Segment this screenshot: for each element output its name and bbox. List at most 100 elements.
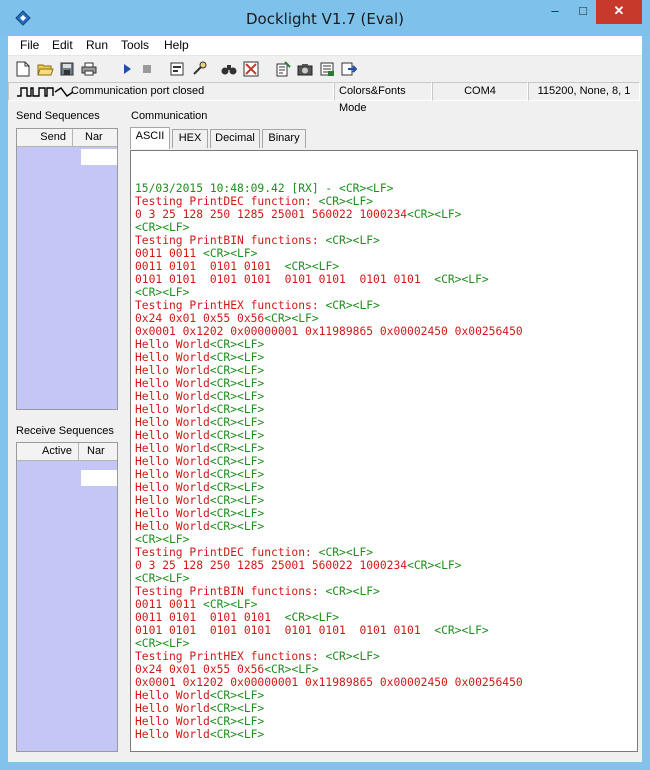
control-text: <CR><LF> bbox=[407, 208, 462, 221]
title-bar[interactable]: Docklight V1.7 (Eval) – □ ✕ bbox=[0, 0, 650, 36]
play-icon[interactable] bbox=[118, 60, 136, 78]
control-text: <CR><LF> bbox=[209, 468, 265, 481]
receive-sequence-cell[interactable] bbox=[81, 470, 117, 486]
data-text: Hello World bbox=[135, 364, 210, 377]
data-text: Hello World bbox=[135, 702, 210, 715]
data-text: Hello World bbox=[135, 416, 210, 429]
terminal-line: Hello World<CR><LF> bbox=[135, 455, 633, 468]
logging-icon[interactable] bbox=[318, 60, 336, 78]
data-text: Hello World bbox=[135, 494, 210, 507]
terminal-line: Hello World<CR><LF> bbox=[135, 390, 633, 403]
control-text: <CR><LF> bbox=[209, 455, 265, 468]
snapshot-icon[interactable] bbox=[296, 60, 314, 78]
terminal-line: 0x0001 0x1202 0x00000001 0x11989865 0x00… bbox=[135, 325, 633, 338]
control-text: <CR><LF> bbox=[209, 429, 265, 442]
data-text: Hello World bbox=[135, 715, 210, 728]
tab-binary[interactable]: Binary bbox=[262, 129, 306, 148]
clear-icon[interactable] bbox=[242, 60, 260, 78]
control-text: <CR><LF> bbox=[209, 338, 265, 351]
receive-name-column-header[interactable]: Nar bbox=[79, 443, 117, 461]
data-text: Hello World bbox=[135, 481, 210, 494]
terminal-line: 0101 0101 0101 0101 0101 0101 0101 0101 … bbox=[135, 624, 633, 637]
menu-file[interactable]: File bbox=[20, 38, 39, 52]
close-button[interactable]: ✕ bbox=[596, 0, 642, 24]
send-column-header[interactable]: Send bbox=[17, 129, 73, 147]
menu-edit[interactable]: Edit bbox=[52, 38, 73, 52]
menu-bar: File Edit Run Tools Help bbox=[8, 36, 642, 56]
data-text: 0101 0101 0101 0101 0101 0101 0101 0101 bbox=[135, 624, 435, 637]
data-text: Testing PrintDEC function: bbox=[135, 546, 319, 559]
menu-tools[interactable]: Tools bbox=[121, 38, 149, 52]
new-file-icon[interactable] bbox=[14, 60, 32, 78]
control-text: <CR><LF> bbox=[325, 234, 380, 247]
send-sequences-list[interactable]: Send Nar bbox=[16, 128, 118, 410]
control-text: <CR><LF> bbox=[209, 403, 265, 416]
control-text: <CR><LF> bbox=[135, 637, 190, 650]
export-icon[interactable] bbox=[340, 60, 358, 78]
control-text: <CR><LF> bbox=[209, 364, 265, 377]
send-name-column-header[interactable]: Nar bbox=[73, 129, 117, 147]
terminal-line: Testing PrintBIN functions: <CR><LF> bbox=[135, 234, 633, 247]
terminal-line: Testing PrintDEC function: <CR><LF> bbox=[135, 195, 633, 208]
communication-title: Communication bbox=[131, 110, 208, 122]
control-text: <CR><LF> bbox=[203, 247, 258, 260]
control-text: <CR><LF> bbox=[284, 611, 340, 624]
control-text: <CR><LF> bbox=[318, 546, 374, 559]
terminal-output[interactable]: 15/03/2015 10:48:09.42 [RX] - <CR><LF> Te… bbox=[135, 169, 633, 749]
control-text: <CR><LF> bbox=[209, 715, 265, 728]
control-text: 15/03/2015 10:48:09.42 [RX] - <CR><LF> bbox=[135, 182, 394, 195]
port-status-text: Communication port closed bbox=[71, 85, 205, 97]
terminal-line: <CR><LF> bbox=[135, 637, 633, 650]
data-text: 0 3 25 128 250 1285 25001 560022 1000234 bbox=[135, 208, 408, 221]
save-icon[interactable] bbox=[58, 60, 76, 78]
control-text: <CR><LF> bbox=[325, 299, 380, 312]
terminal-line: Hello World<CR><LF> bbox=[135, 507, 633, 520]
control-text: <CR><LF> bbox=[135, 221, 190, 234]
minimize-button[interactable]: – bbox=[542, 0, 568, 24]
data-text: Hello World bbox=[135, 728, 210, 741]
data-text: Hello World bbox=[135, 351, 210, 364]
menu-help[interactable]: Help bbox=[164, 38, 189, 52]
data-text: Hello World bbox=[135, 442, 210, 455]
maximize-button[interactable]: □ bbox=[570, 0, 596, 24]
tab-ascii[interactable]: ASCII bbox=[130, 127, 170, 149]
terminal-line: Testing PrintHEX functions: <CR><LF> bbox=[135, 299, 633, 312]
data-text: Hello World bbox=[135, 377, 210, 390]
terminal-line: 0011 0101 0101 0101 <CR><LF> bbox=[135, 260, 633, 273]
keyboard-icon[interactable] bbox=[190, 60, 208, 78]
control-text: <CR><LF> bbox=[209, 481, 265, 494]
stop-icon[interactable] bbox=[138, 60, 156, 78]
data-text: Hello World bbox=[135, 520, 210, 533]
data-text: 0011 0101 0101 0101 bbox=[135, 260, 285, 273]
terminal-line: Hello World<CR><LF> bbox=[135, 520, 633, 533]
print-icon[interactable] bbox=[80, 60, 98, 78]
edit-notes-icon[interactable] bbox=[274, 60, 292, 78]
control-text: <CR><LF> bbox=[434, 273, 489, 286]
control-text: <CR><LF> bbox=[407, 559, 462, 572]
terminal-line: Hello World<CR><LF> bbox=[135, 728, 633, 741]
control-text: <CR><LF> bbox=[203, 598, 258, 611]
terminal-line: Hello World<CR><LF> bbox=[135, 416, 633, 429]
send-sequence-cell[interactable] bbox=[81, 149, 117, 165]
open-folder-icon[interactable] bbox=[36, 60, 54, 78]
terminal-line: Hello World<CR><LF> bbox=[135, 351, 633, 364]
receive-sequences-list[interactable]: Active Nar bbox=[16, 442, 118, 752]
active-column-header[interactable]: Active bbox=[17, 443, 79, 461]
terminal-line: 0011 0011 <CR><LF> bbox=[135, 598, 633, 611]
data-text: Hello World bbox=[135, 390, 210, 403]
port-status: Communication port closed bbox=[8, 82, 334, 101]
data-text: 0x0001 0x1202 0x00000001 0x11989865 0x00… bbox=[135, 325, 523, 338]
properties-icon[interactable] bbox=[168, 60, 186, 78]
terminal-line: 0 3 25 128 250 1285 25001 560022 1000234… bbox=[135, 559, 633, 572]
terminal-line: Hello World<CR><LF> bbox=[135, 403, 633, 416]
menu-run[interactable]: Run bbox=[86, 38, 108, 52]
communication-window[interactable]: 15/03/2015 10:48:09.42 [RX] - <CR><LF> Te… bbox=[130, 150, 638, 752]
binoculars-icon[interactable] bbox=[220, 60, 238, 78]
client-area: File Edit Run Tools Help Communication p… bbox=[8, 36, 642, 762]
send-sequences-title: Send Sequences bbox=[16, 110, 100, 122]
terminal-line: Testing PrintDEC function: <CR><LF> bbox=[135, 546, 633, 559]
tab-hex[interactable]: HEX bbox=[172, 129, 208, 148]
tab-decimal[interactable]: Decimal bbox=[210, 129, 260, 148]
toolbar bbox=[8, 57, 642, 81]
